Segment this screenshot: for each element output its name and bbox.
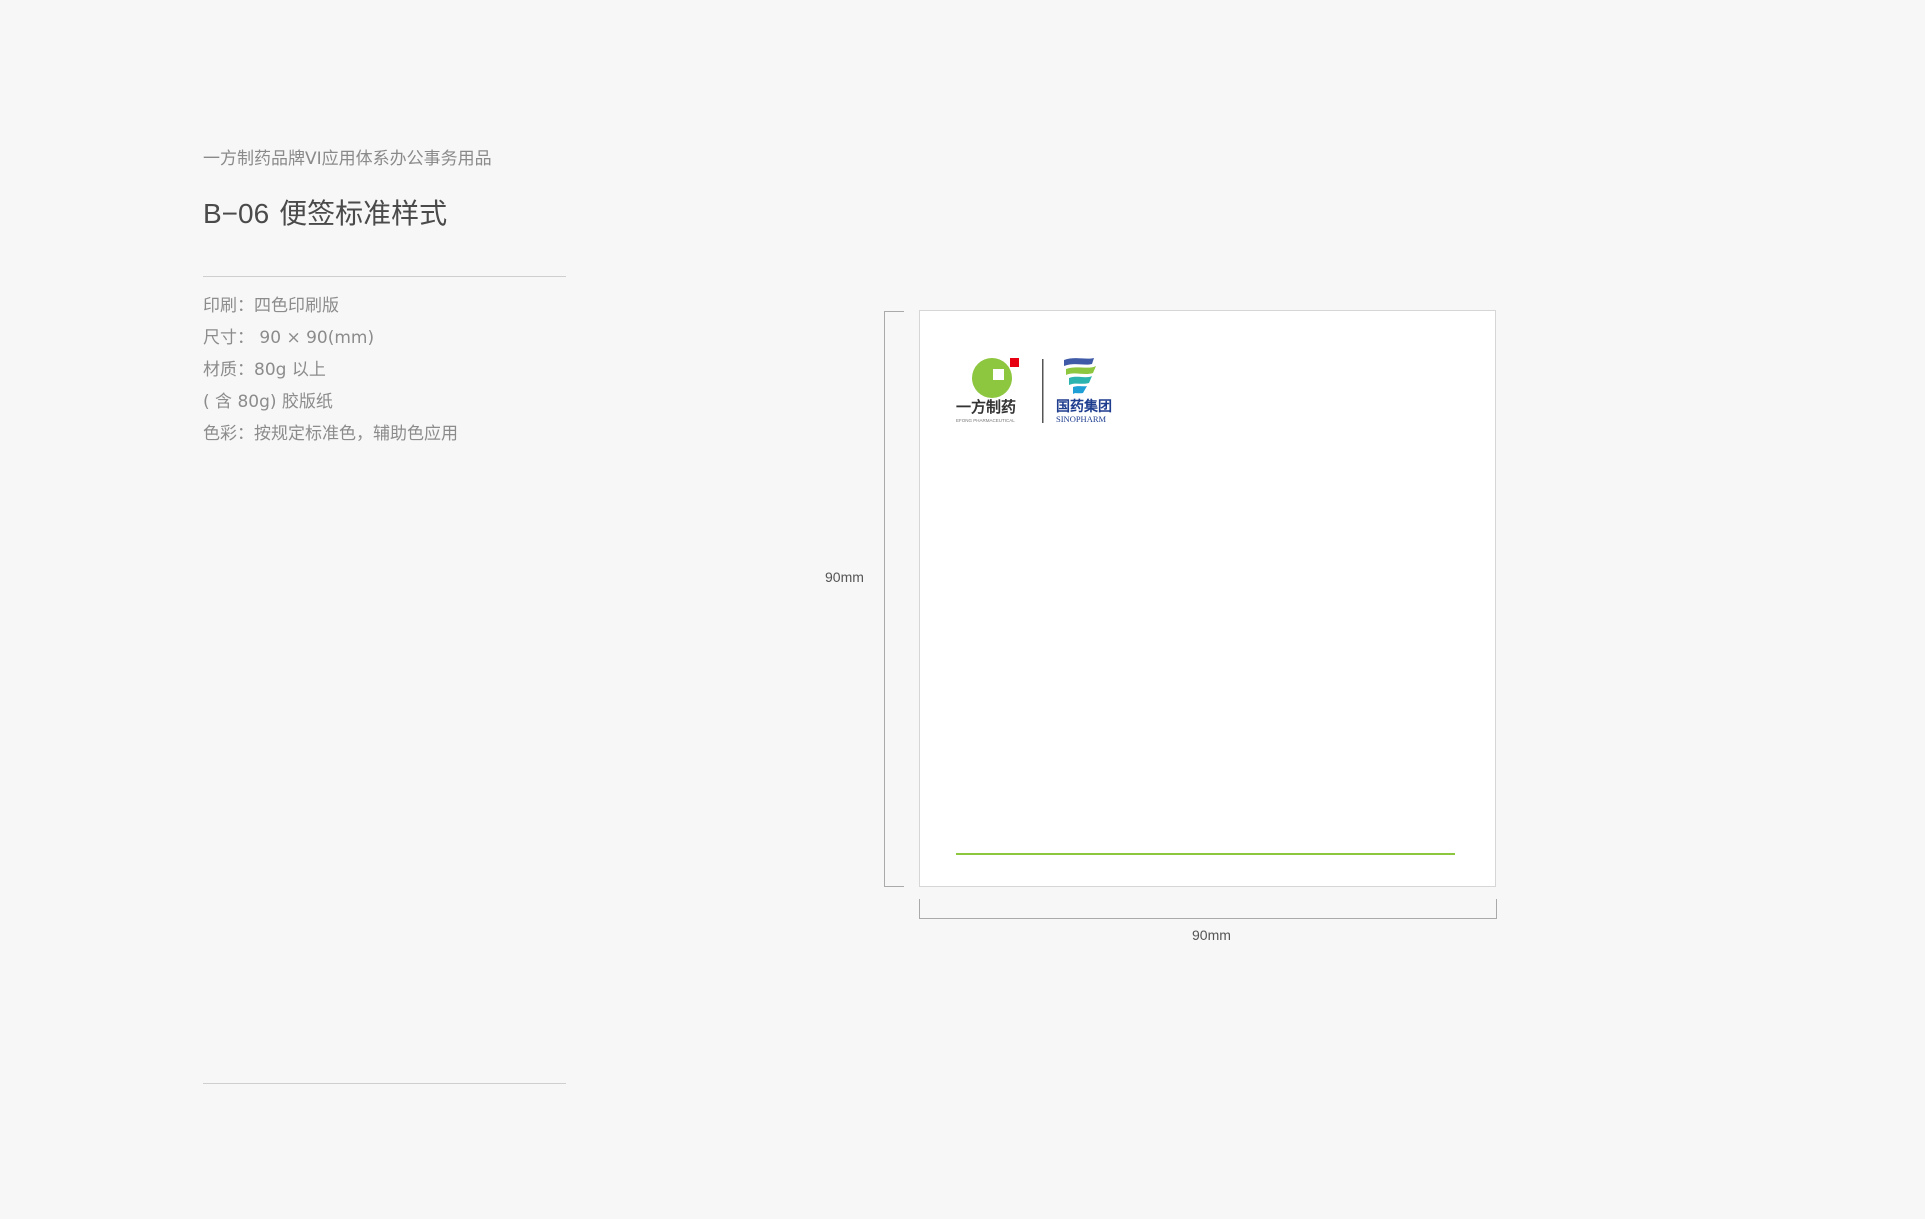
sinopharm-logo-subtext: SINOPHARM (1056, 414, 1107, 424)
yifang-logo-subtext: EFONG PHARMACEUTICAL (956, 418, 1015, 423)
width-dimension-label: 90mm (1192, 927, 1231, 943)
height-dimension-tick-top (884, 311, 904, 312)
spec-size: 尺寸： 90 × 90(mm) (203, 328, 375, 348)
divider-bottom (203, 1083, 566, 1084)
logo-separator (1042, 359, 1044, 423)
divider-top (203, 276, 566, 277)
height-dimension-tick-bottom (884, 886, 904, 887)
section-title: 便签标准样式 (279, 197, 448, 230)
section-code: B−06 (203, 198, 270, 229)
height-dimension-label: 90mm (825, 569, 864, 585)
width-dimension-line (919, 918, 1497, 919)
sinopharm-logo-icon (1064, 358, 1096, 394)
note-paper: 一方制药 EFONG PHARMACEUTICAL 国药集团 SINOPHARM (919, 310, 1496, 887)
spec-color: 色彩：按规定标准色，辅助色应用 (203, 424, 458, 444)
note-bottom-line (956, 853, 1455, 855)
spec-print: 印刷：四色印刷版 (203, 296, 339, 316)
yifang-logo-name: 一方制药 (956, 398, 1016, 416)
width-dimension-tick-left (919, 899, 920, 919)
header-subtitle: 一方制药品牌VI应用体系办公事务用品 (203, 149, 492, 169)
brand-logo: 一方制药 EFONG PHARMACEUTICAL 国药集团 SINOPHARM (956, 358, 1112, 424)
height-dimension-line (884, 311, 885, 887)
spec-list: 印刷：四色印刷版 尺寸： 90 × 90(mm) 材质：80g 以上 ( 含 8… (203, 294, 458, 454)
width-dimension-tick-right (1496, 899, 1497, 919)
spec-material: 材质：80g 以上 (203, 360, 326, 380)
spec-material-note: ( 含 80g) 胶版纸 (203, 392, 333, 412)
sinopharm-logo-name: 国药集团 (1056, 398, 1112, 415)
page-title: B−06 便签标准样式 (203, 192, 447, 232)
yifang-logo-icon (972, 358, 1019, 398)
